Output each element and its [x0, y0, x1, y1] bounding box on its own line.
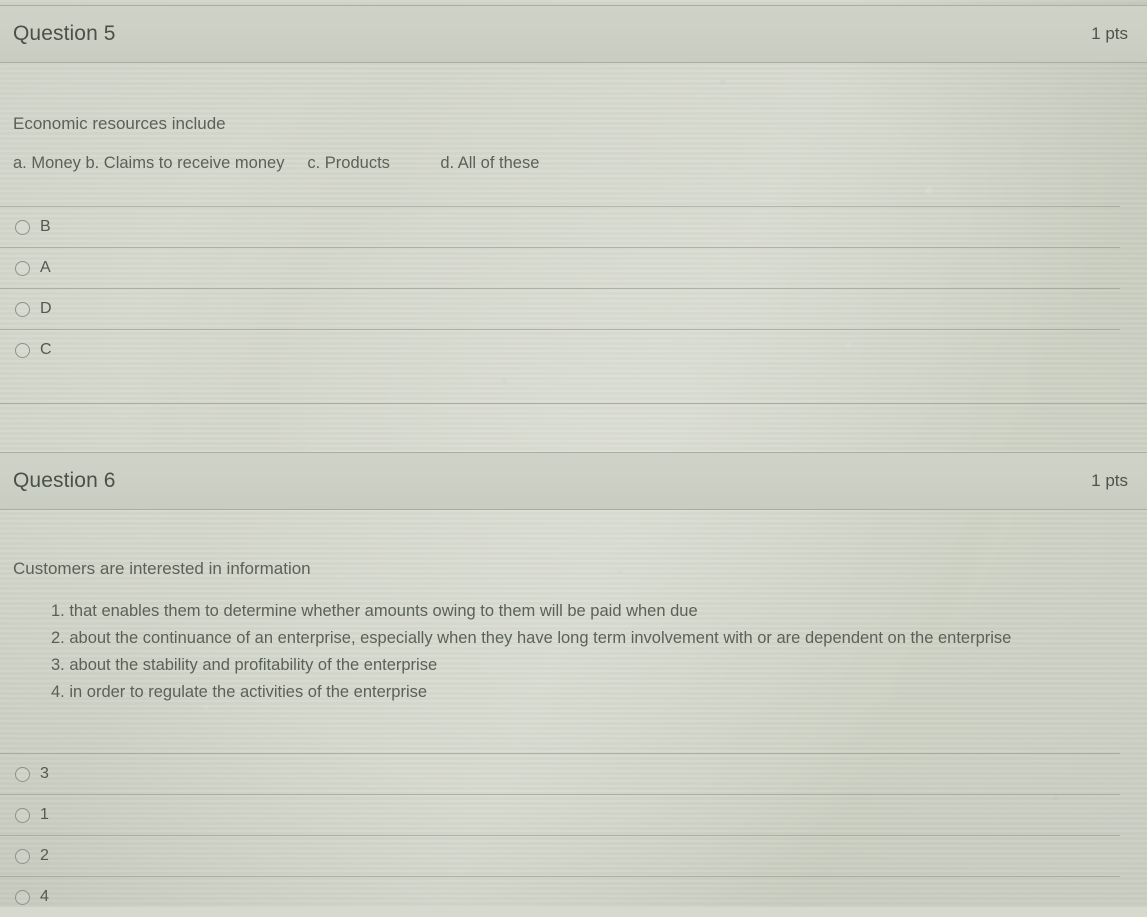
question-5-points: 1 pts — [1091, 24, 1128, 43]
radio-button-icon[interactable] — [15, 342, 30, 358]
answer-option-3[interactable]: 3 — [0, 753, 1120, 794]
radio-button-icon[interactable] — [15, 219, 30, 235]
answer-option-label: A — [40, 259, 51, 277]
answer-option-c[interactable]: C — [0, 329, 1120, 370]
question-6-body: Customers are interested in information … — [0, 558, 1147, 706]
question-5-answers: B A D C — [0, 206, 1147, 370]
question-block-5: Question 5 1 pts Economic resources incl… — [0, 5, 1147, 370]
question-6-list-item: 3. about the stability and profitability… — [51, 656, 438, 675]
question-5-title: Question 5 — [13, 22, 116, 45]
radio-button-icon[interactable] — [15, 260, 30, 276]
radio-button-icon[interactable] — [15, 301, 30, 317]
answer-option-4[interactable]: 4 — [0, 876, 1120, 917]
answer-option-d[interactable]: D — [0, 288, 1120, 329]
question-5-header: Question 5 1 pts — [0, 5, 1147, 63]
question-5-bottom-divider — [0, 403, 1147, 404]
answer-option-label: 4 — [40, 888, 49, 906]
question-6-prompt: Customers are interested in information — [13, 559, 311, 578]
question-6-header: Question 6 1 pts — [0, 452, 1147, 510]
question-5-choices-text: a. Money b. Claims to receive money c. P… — [13, 154, 540, 173]
answer-option-2[interactable]: 2 — [0, 835, 1120, 876]
answer-option-a[interactable]: A — [0, 247, 1120, 288]
answer-option-b[interactable]: B — [0, 206, 1120, 247]
question-6-title: Question 6 — [13, 469, 116, 492]
question-6-points: 1 pts — [1091, 471, 1128, 490]
answer-option-label: 3 — [40, 765, 49, 783]
question-6-list-item: 1. that enables them to determine whethe… — [51, 602, 698, 621]
question-5-body: Economic resources include a. Money b. C… — [0, 113, 1147, 173]
radio-button-icon[interactable] — [15, 848, 30, 864]
question-5-prompt: Economic resources include — [13, 114, 226, 133]
answer-option-label: 1 — [40, 806, 49, 824]
question-6-answers: 3 1 2 4 — [0, 753, 1147, 917]
question-block-6: Question 6 1 pts Customers are intereste… — [0, 452, 1147, 917]
answer-option-label: B — [40, 218, 51, 236]
answer-option-1[interactable]: 1 — [0, 794, 1120, 835]
question-6-list-item: 2. about the continuance of an enterpris… — [51, 629, 1012, 648]
answer-option-label: C — [40, 341, 52, 359]
radio-button-icon[interactable] — [15, 807, 30, 823]
question-6-list-item: 4. in order to regulate the activities o… — [51, 683, 428, 702]
radio-button-icon[interactable] — [15, 889, 30, 905]
radio-button-icon[interactable] — [15, 766, 30, 782]
answer-option-label: 2 — [40, 847, 49, 865]
answer-option-label: D — [40, 300, 52, 318]
question-6-item-list: 1. that enables them to determine whethe… — [0, 598, 1147, 706]
